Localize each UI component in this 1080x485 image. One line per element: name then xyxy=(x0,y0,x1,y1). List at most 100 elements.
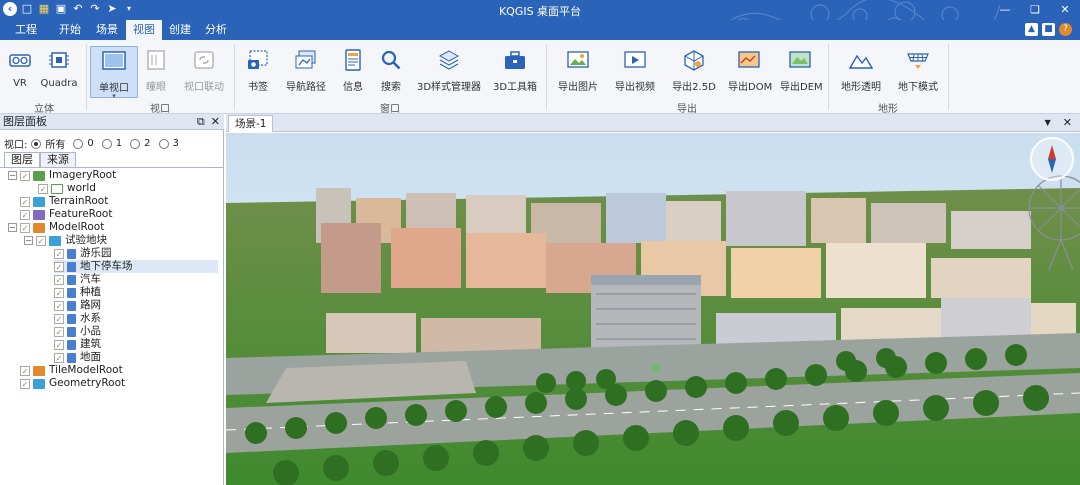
tree-node-planting[interactable]: ✓ 种植 xyxy=(54,286,101,299)
restore-button[interactable]: ❏ xyxy=(1020,0,1050,20)
tile-model-layer-icon xyxy=(33,365,45,376)
export-dem-button[interactable]: 导出DEM xyxy=(780,46,823,98)
viewport-radio-0[interactable] xyxy=(73,138,84,149)
group-separator xyxy=(828,44,829,110)
tree-node-feature-root[interactable]: ✓ FeatureRoot xyxy=(8,208,112,221)
group-separator xyxy=(948,44,949,110)
quadra-chip-icon xyxy=(49,52,69,68)
tree-node-ground[interactable]: ✓ 地面 xyxy=(54,351,101,364)
checkbox[interactable]: ✓ xyxy=(20,365,30,376)
single-viewport-button[interactable]: 单视口 ▾ xyxy=(90,46,138,100)
checkbox[interactable]: ✓ xyxy=(36,235,46,246)
tree-node-tile-model-root[interactable]: ✓ TileModelRoot xyxy=(8,364,123,377)
checkbox[interactable]: ✓ xyxy=(20,209,30,220)
3d-scene-viewport[interactable] xyxy=(226,133,1080,485)
tree-node-imagery-root[interactable]: − ✓ ImageryRoot xyxy=(8,169,116,182)
tree-node-model-root[interactable]: − ✓ ModelRoot xyxy=(8,221,104,234)
navigation-path-button[interactable]: 导航路径 xyxy=(284,46,328,98)
checkbox[interactable]: ✓ xyxy=(20,170,30,181)
checkbox[interactable]: ✓ xyxy=(54,274,64,285)
menu-tab-create[interactable]: 创建 xyxy=(163,20,197,40)
model-icon xyxy=(67,313,76,324)
search-icon xyxy=(381,50,401,70)
eagle-eye-icon xyxy=(147,50,165,70)
tree-node-buildings[interactable]: ✓ 建筑 xyxy=(54,338,101,351)
tree-node-cars[interactable]: ✓ 汽车 xyxy=(54,273,101,286)
panel-float-icon[interactable]: ⧉ xyxy=(197,114,205,130)
bookmark-button[interactable]: 书签 xyxy=(244,46,272,98)
vr-button[interactable]: VR xyxy=(6,46,34,98)
info-button[interactable]: 信息 xyxy=(340,46,366,98)
compass-icon[interactable] xyxy=(1030,137,1074,181)
collapse-icon[interactable]: − xyxy=(8,223,17,232)
close-button[interactable]: ✕ xyxy=(1050,0,1080,20)
export-25d-button[interactable]: 导出2.5D xyxy=(670,46,718,98)
underground-mode-button[interactable]: 地下模式 xyxy=(896,46,940,98)
minimize-button[interactable]: — xyxy=(990,0,1020,20)
checkbox[interactable]: ✓ xyxy=(54,287,64,298)
toolbox-3d-button[interactable]: 3D工具箱 xyxy=(492,46,538,98)
menu-tab-start[interactable]: 开始 xyxy=(52,20,88,40)
dropdown-arrow-icon: ▾ xyxy=(112,92,116,100)
checkbox[interactable]: ✓ xyxy=(38,183,48,194)
tab-list-dropdown-icon[interactable]: ▼ xyxy=(1045,118,1051,129)
checkbox[interactable]: ✓ xyxy=(54,313,64,324)
export-image-button[interactable]: 导出图片 xyxy=(556,46,600,98)
scene-close-icon[interactable]: ✕ xyxy=(1063,116,1072,129)
collapse-icon[interactable]: − xyxy=(8,171,17,180)
viewport-link-button[interactable]: 视口联动 xyxy=(182,46,226,98)
tree-node-small-features[interactable]: ✓ 小品 xyxy=(54,325,101,338)
quadra-button[interactable]: Quadra xyxy=(40,46,78,98)
checkbox[interactable]: ✓ xyxy=(54,339,64,350)
link-icon xyxy=(194,51,214,69)
checkbox[interactable]: ✓ xyxy=(54,352,64,363)
export-image-icon xyxy=(567,51,589,68)
help-icon[interactable]: ? xyxy=(1059,23,1072,36)
eagle-eye-button[interactable]: 瞳眼 xyxy=(142,46,170,98)
checkbox[interactable]: ✓ xyxy=(20,378,30,389)
collapse-icon[interactable]: − xyxy=(24,236,33,245)
tree-node-world[interactable]: ✓ world xyxy=(38,182,96,195)
menu-bar: 工程 开始 场景 视图 创建 分析 ▲ ■ ? xyxy=(0,20,1080,40)
scene-tab[interactable]: 场景-1 xyxy=(228,115,274,132)
group-label-viewport: 视口 xyxy=(150,104,170,115)
tab-layers[interactable]: 图层 xyxy=(4,152,40,167)
tree-node-road-network[interactable]: ✓ 路网 xyxy=(54,299,101,312)
style-manager-3d-button[interactable]: 3D样式管理器 xyxy=(416,46,482,98)
checkbox[interactable]: ✓ xyxy=(54,326,64,337)
viewport-radio-all[interactable] xyxy=(31,138,42,149)
tree-node-test-plot[interactable]: − ✓ 试验地块 xyxy=(24,234,107,247)
search-button[interactable]: 搜索 xyxy=(378,46,404,98)
tree-node-geometry-root[interactable]: ✓ GeometryRoot xyxy=(8,377,125,390)
export-dom-button[interactable]: 导出DOM xyxy=(728,46,772,98)
menu-tab-view[interactable]: 视图 xyxy=(126,20,162,40)
menu-tab-project[interactable]: 工程 xyxy=(6,20,46,40)
viewport-label: 视口: xyxy=(4,140,28,151)
export-video-button[interactable]: 导出视频 xyxy=(612,46,658,98)
skin-icon[interactable]: ■ xyxy=(1042,23,1055,36)
viewport-radio-1[interactable] xyxy=(101,138,112,149)
checkbox[interactable]: ✓ xyxy=(20,222,30,233)
viewport-radio-3[interactable] xyxy=(158,138,169,149)
menu-tab-analysis[interactable]: 分析 xyxy=(199,20,233,40)
model-icon xyxy=(67,248,76,259)
tab-sources[interactable]: 来源 xyxy=(40,152,76,167)
feature-layer-icon xyxy=(33,209,45,220)
layer-tree: − ✓ ImageryRoot ✓ world ✓ TerrainRoot ✓ Featu… xyxy=(0,167,223,389)
tree-node-underground-parking[interactable]: ✓ 地下停车场 xyxy=(54,260,218,273)
checkbox[interactable]: ✓ xyxy=(54,261,64,272)
checkbox[interactable]: ✓ xyxy=(54,248,64,259)
tree-node-terrain-root[interactable]: ✓ TerrainRoot xyxy=(8,195,108,208)
panel-close-icon[interactable]: ✕ xyxy=(211,114,220,130)
tree-node-amusement-park[interactable]: ✓ 游乐园 xyxy=(54,247,112,260)
tree-node-water-system[interactable]: ✓ 水系 xyxy=(54,312,101,325)
model-icon xyxy=(67,261,76,272)
viewport-radio-2[interactable] xyxy=(130,138,141,149)
group-label-terrain: 地形 xyxy=(878,104,898,115)
checkbox[interactable]: ✓ xyxy=(20,196,30,207)
group-separator xyxy=(86,44,87,110)
menu-tab-scene[interactable]: 场景 xyxy=(90,20,124,40)
terrain-transparency-button[interactable]: 地形透明 xyxy=(840,46,882,98)
ribbon-collapse-icon[interactable]: ▲ xyxy=(1025,23,1038,36)
checkbox[interactable]: ✓ xyxy=(54,300,64,311)
